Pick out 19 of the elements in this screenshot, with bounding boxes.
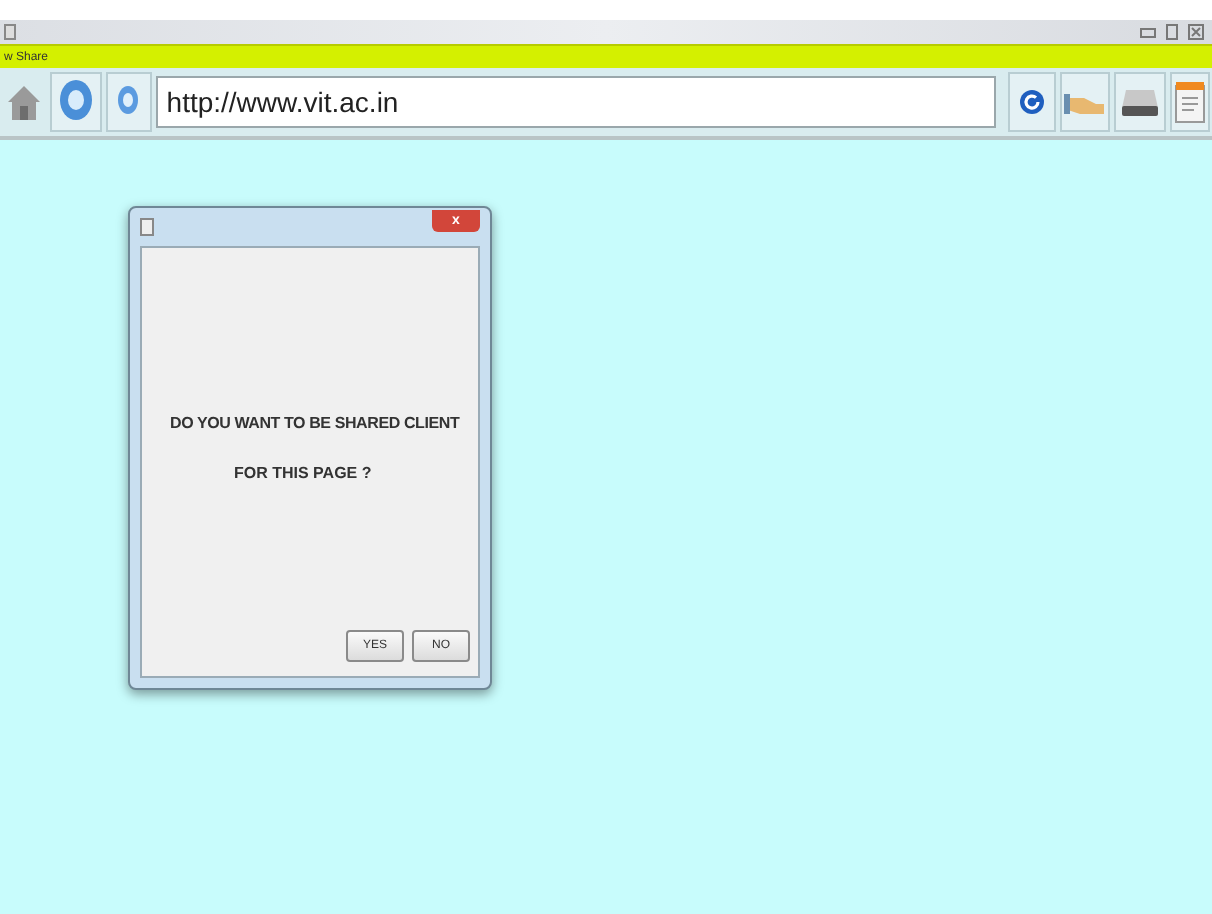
drive-icon [1120,86,1161,118]
share-button[interactable] [1059,72,1111,132]
disc-icon [55,78,96,126]
back-button[interactable] [49,72,102,132]
document-icon [1174,80,1207,124]
maximize-icon[interactable] [1164,24,1180,40]
app-icon [140,218,154,236]
refresh-button[interactable] [1007,72,1056,132]
minimize-icon[interactable] [1140,24,1156,40]
dialog-message: DO YOU WANT TO BE SHARED CLIENT [168,412,462,436]
forward-button[interactable] [105,72,153,132]
house-icon [5,82,42,122]
dialog-message: FOR THIS PAGE ? [232,462,374,486]
address-field[interactable]: http://www.vit.ac.in [156,76,996,128]
drive-button[interactable] [1114,72,1167,132]
disc-icon [114,84,143,120]
close-icon[interactable] [1188,24,1204,40]
app-icon [4,24,16,40]
refresh-icon [1017,88,1046,116]
